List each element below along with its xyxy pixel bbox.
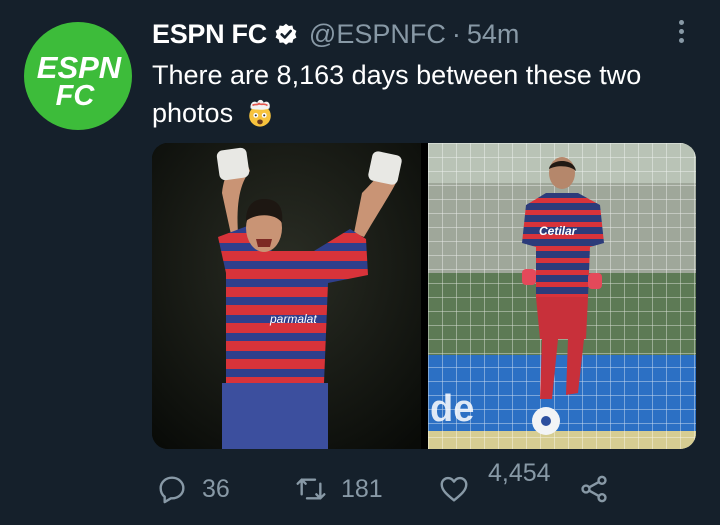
photo-older-goalkeeper[interactable]: de Cetilar	[428, 143, 696, 449]
avatar-logo-line2: FC	[56, 80, 96, 112]
tweet-text: There are 8,163 days between these two p…	[152, 60, 642, 128]
heart-icon	[440, 476, 468, 502]
photo-left-image: parmalat	[152, 143, 421, 449]
verified-badge-icon	[275, 23, 297, 45]
tweet-card[interactable]: ESPN FC ESPN FC @ESPNFC · 54m There are …	[0, 0, 720, 525]
photo-right-image: de Cetilar	[428, 143, 696, 449]
left-jersey-sponsor: parmalat	[269, 312, 317, 326]
photo-young-goalkeeper[interactable]: parmalat	[152, 143, 421, 449]
espn-fc-logo-icon: ESPN FC	[37, 50, 122, 112]
retweet-icon	[296, 478, 326, 500]
tweet-text-block: There are 8,163 days between these two p…	[152, 56, 702, 132]
separator-dot: ·	[451, 18, 461, 49]
reply-count: 36	[202, 474, 230, 503]
display-name[interactable]: ESPN FC	[152, 19, 267, 50]
espn-fc-avatar[interactable]: ESPN FC	[24, 22, 132, 130]
more-options-icon[interactable]	[673, 20, 689, 48]
tweet-header: ESPN FC @ESPNFC · 54m	[152, 14, 519, 54]
account-handle[interactable]: @ESPNFC	[309, 19, 446, 50]
reply-icon	[159, 476, 185, 504]
exploding-head-emoji	[248, 99, 271, 127]
retweet-button[interactable]: 181	[295, 473, 383, 505]
share-button[interactable]	[578, 473, 610, 505]
share-icon	[581, 475, 607, 503]
retweet-count: 181	[341, 474, 383, 503]
tweet-timestamp[interactable]: 54m	[467, 19, 520, 50]
tweet-actions: 36 181 4,454	[0, 455, 720, 515]
right-jersey-sponsor: Cetilar	[539, 224, 578, 238]
reply-button[interactable]: 36	[156, 473, 230, 505]
tweet-media-grid[interactable]: parmalat de	[152, 143, 696, 449]
like-count: 4,454	[488, 459, 551, 487]
like-button[interactable]: 4,454	[438, 459, 551, 505]
